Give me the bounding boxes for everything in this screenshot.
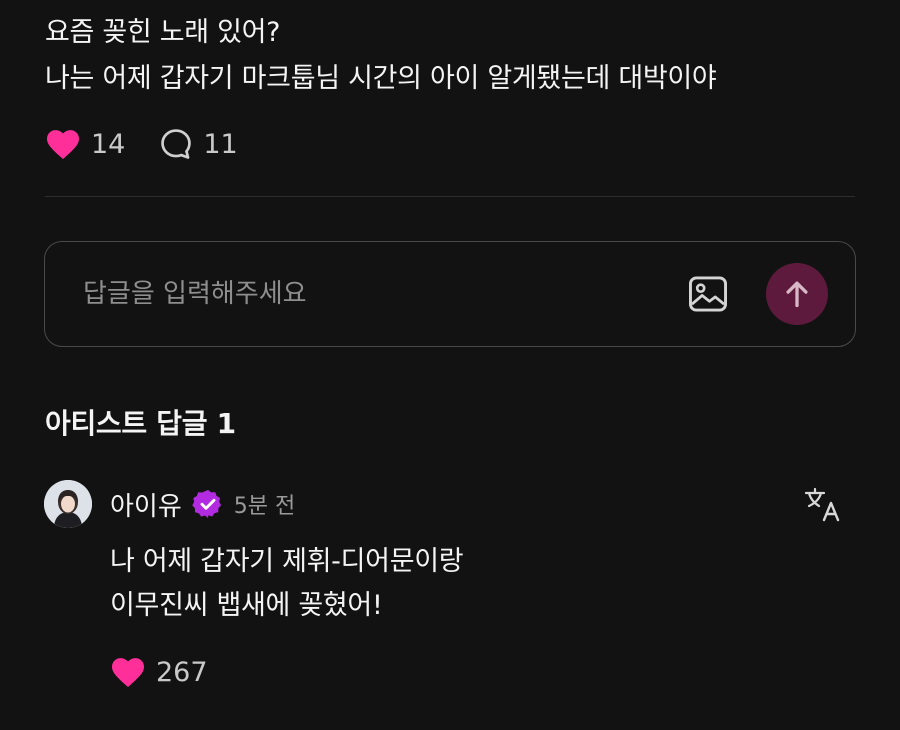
comment-like-count: 267 [156, 656, 208, 688]
comment-button[interactable]: 11 [159, 127, 238, 161]
reply-box [44, 241, 856, 347]
section-title: 아티스트 답글 1 [45, 407, 236, 440]
image-icon [689, 276, 727, 312]
avatar[interactable] [44, 480, 92, 528]
divider [45, 196, 855, 197]
artist-header: 아이유 5분 전 [110, 483, 295, 525]
comment-line: 나 어제 갑자기 제휘-디어문이랑 [110, 546, 464, 577]
like-button[interactable]: 14 [45, 128, 125, 160]
like-count: 14 [91, 128, 126, 160]
comment-line: 이무진씨 뱁새에 꽂혔어! [110, 590, 383, 621]
post-text: 요즘 꽂힌 노래 있어? 나는 어제 갑자기 마크툽님 시간의 아이 알게됐는데… [45, 10, 865, 102]
comment-time: 5분 전 [233, 494, 296, 519]
comment-like-button[interactable]: 267 [110, 650, 208, 694]
post-line: 나는 어제 갑자기 마크툽님 시간의 아이 알게됐는데 대박이야 [45, 63, 717, 94]
reply-input[interactable] [81, 271, 686, 317]
attach-image-button[interactable] [686, 272, 730, 316]
artist-name[interactable]: 아이유 [110, 486, 182, 523]
comment-icon [161, 129, 192, 159]
heart-icon [112, 658, 144, 687]
post-line: 요즘 꽂힌 노래 있어? [45, 17, 281, 48]
translate-button[interactable] [803, 484, 843, 524]
comment-text: 나 어제 갑자기 제휘-디어문이랑 이무진씨 뱁새에 꽂혔어! [110, 540, 464, 628]
arrow-up-icon [786, 281, 808, 308]
heart-icon [47, 130, 79, 159]
post-reactions: 14 11 [45, 122, 272, 166]
comment-count: 11 [203, 128, 238, 160]
avatar-photo [44, 480, 92, 528]
translate-icon [804, 487, 840, 522]
send-button[interactable] [766, 263, 828, 325]
verified-badge-icon [192, 488, 224, 520]
